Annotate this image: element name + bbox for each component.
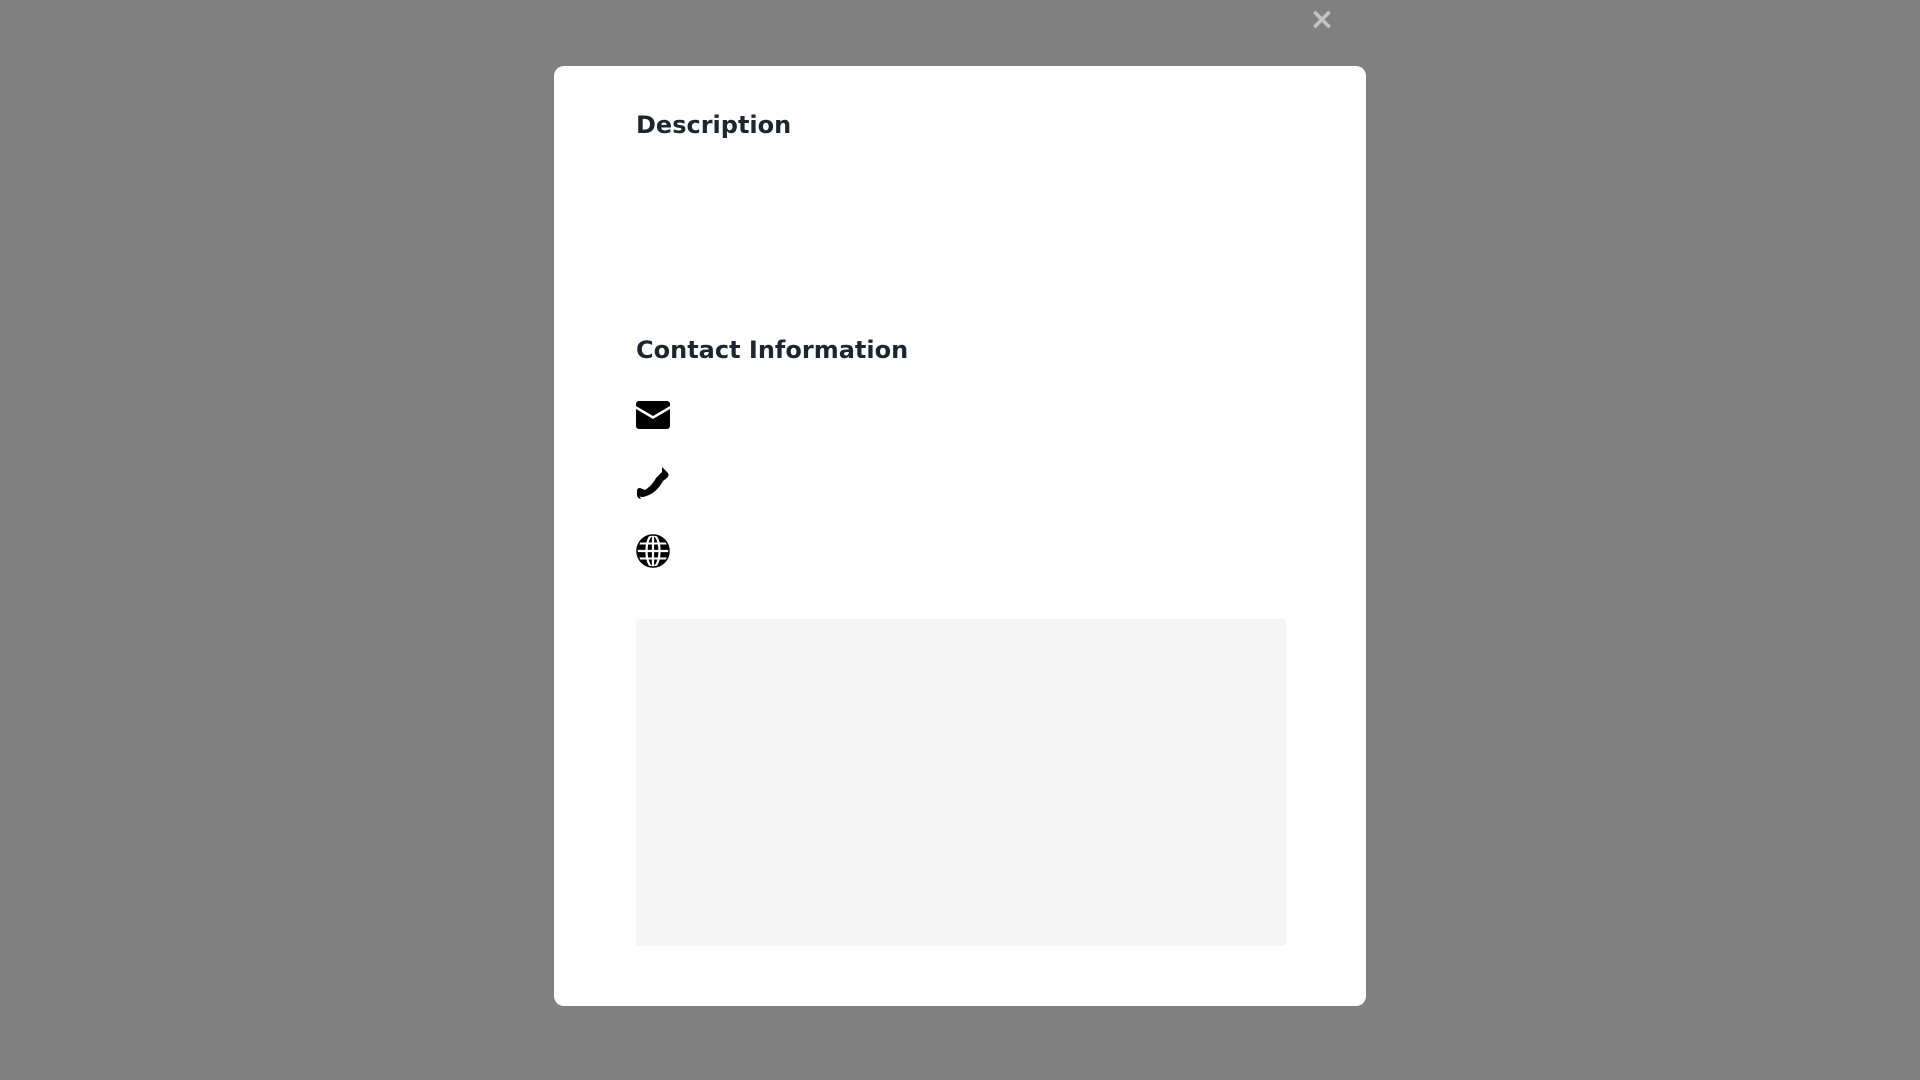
phone-icon (636, 466, 670, 500)
description-text (636, 166, 1286, 316)
description-heading: Description (636, 111, 792, 139)
contact-phone-row (636, 466, 684, 500)
contact-information-heading: Contact Information (636, 336, 909, 364)
close-icon: × (1309, 2, 1335, 37)
details-modal: × Description Contact Information (554, 5, 1366, 1006)
envelope-icon (636, 401, 670, 429)
map-placeholder[interactable] (636, 619, 1286, 946)
contact-email-row (636, 398, 684, 432)
close-button[interactable]: × (1308, 2, 1336, 37)
contact-website-row (636, 534, 684, 568)
globe-icon (636, 534, 670, 568)
